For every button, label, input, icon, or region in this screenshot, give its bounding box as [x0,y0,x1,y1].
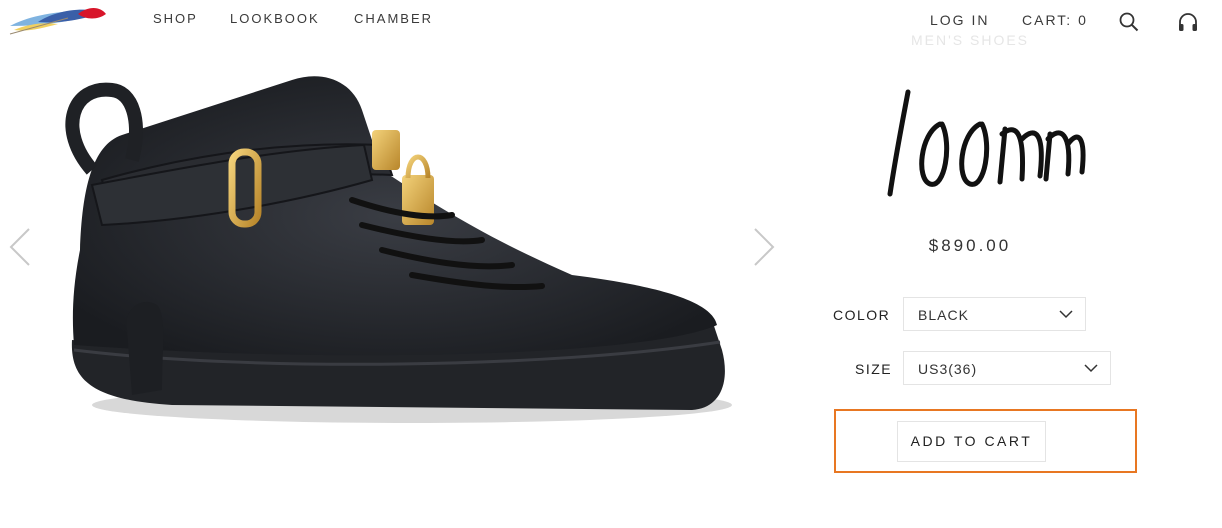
search-icon[interactable] [1118,11,1140,33]
cart-link[interactable]: CART: 0 [1022,12,1088,28]
nav-lookbook[interactable]: LOOKBOOK [230,11,320,26]
product-title: 100mm [887,89,1086,197]
product-price: $890.00 [928,236,1012,255]
size-select[interactable]: US3(36) [903,351,1111,385]
nav-chamber[interactable]: CHAMBER [354,11,433,26]
chevron-right-icon[interactable] [749,225,779,269]
product-image [65,76,732,423]
size-label: SIZE [855,361,893,377]
headphones-icon[interactable] [1177,11,1199,33]
size-value: US3(36) [918,361,978,377]
chevron-left-icon[interactable] [5,225,35,269]
product-category: MEN'S SHOES [910,32,1030,48]
feather-logo-icon[interactable] [8,2,108,38]
login-link[interactable]: LOG IN [930,12,989,28]
add-to-cart-button[interactable]: ADD TO CART [897,421,1046,462]
color-select[interactable]: BLACK [903,297,1086,331]
color-value: BLACK [918,307,969,323]
chevron-down-icon [1084,364,1098,373]
chevron-down-icon [1059,310,1073,319]
nav-shop[interactable]: SHOP [153,11,198,26]
color-label: COLOR [833,307,891,323]
